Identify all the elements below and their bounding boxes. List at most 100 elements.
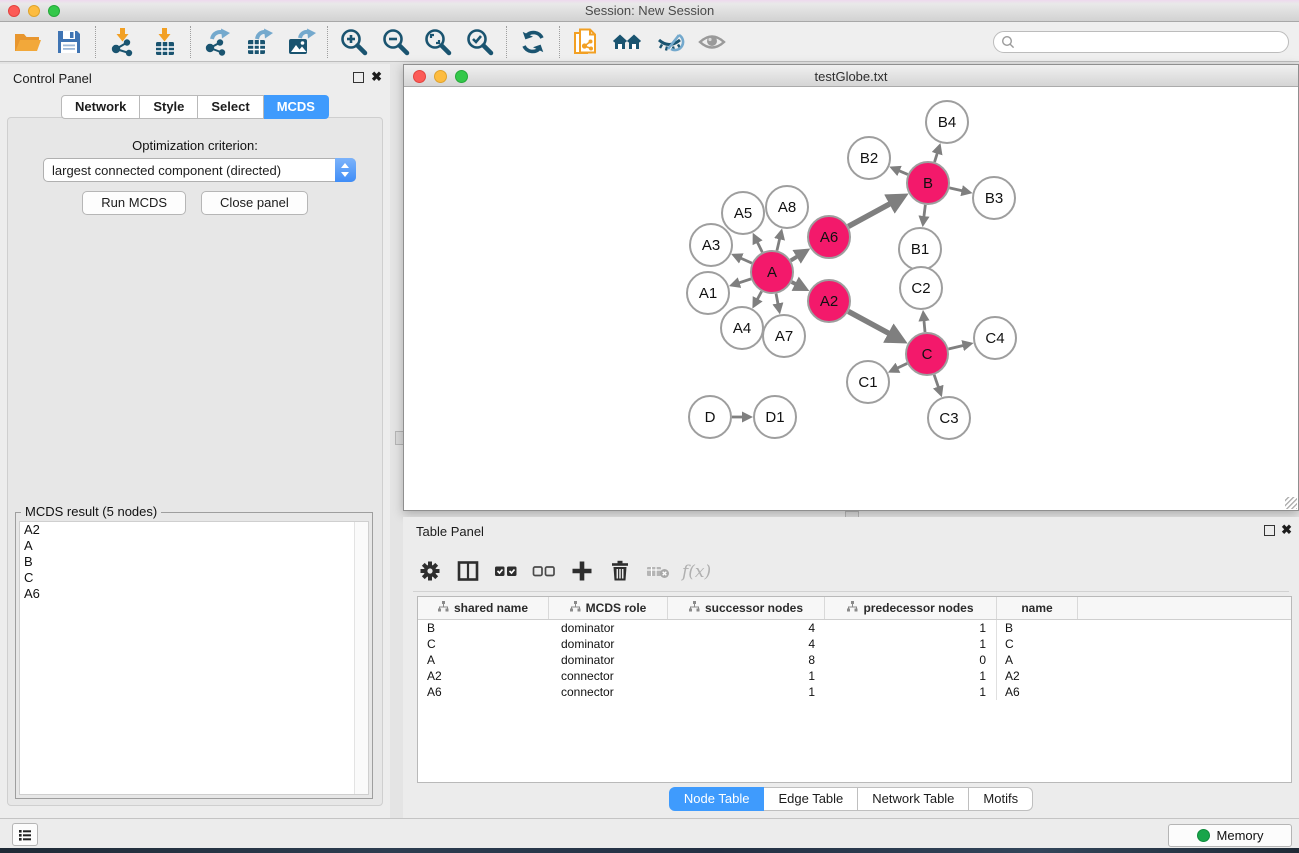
- node-B[interactable]: B: [907, 162, 949, 204]
- edge-C-C1[interactable]: [896, 363, 907, 368]
- float-panel-icon[interactable]: [353, 72, 364, 83]
- edge-A-A2[interactable]: [792, 282, 798, 285]
- table-row[interactable]: A2connector11A2: [418, 668, 1291, 684]
- new-network-from-selection-icon[interactable]: [565, 23, 607, 61]
- window-resize-grip[interactable]: [1285, 497, 1297, 509]
- edge-A-A5[interactable]: [757, 241, 762, 252]
- export-network-icon[interactable]: [196, 23, 238, 61]
- table-row[interactable]: Bdominator41B: [418, 620, 1291, 636]
- edge-C-C2[interactable]: [924, 319, 925, 332]
- close-panel-icon[interactable]: ✖: [1281, 522, 1292, 538]
- import-network-icon[interactable]: [101, 23, 143, 61]
- node-A2[interactable]: A2: [808, 280, 850, 322]
- node-A8[interactable]: A8: [766, 186, 808, 228]
- task-history-icon[interactable]: [12, 823, 38, 846]
- scrollbar[interactable]: [354, 522, 368, 794]
- hide-selected-icon[interactable]: [649, 23, 691, 61]
- edge-B-B1[interactable]: [924, 205, 926, 218]
- edge-B-B3[interactable]: [949, 188, 963, 191]
- node-D[interactable]: D: [689, 396, 731, 438]
- table-row[interactable]: Adominator80A: [418, 652, 1291, 668]
- node-C4[interactable]: C4: [974, 317, 1016, 359]
- float-panel-icon[interactable]: [1264, 525, 1275, 536]
- mcds-result-item[interactable]: C: [20, 570, 368, 586]
- edge-A-A1[interactable]: [738, 279, 751, 283]
- tab-style[interactable]: Style: [140, 95, 198, 119]
- edge-C-C3[interactable]: [934, 375, 939, 388]
- network-canvas[interactable]: A A1 A2 A3 A4 A5 A6 A7 A8 B B1 B2 B3 B4 C C1 C2 C3C4 D D1: [404, 87, 1298, 510]
- tab-network[interactable]: Network: [61, 95, 140, 119]
- mcds-result-item[interactable]: A2: [20, 522, 368, 538]
- memory-button[interactable]: Memory: [1168, 824, 1292, 847]
- table-row[interactable]: Cdominator41C: [418, 636, 1291, 652]
- show-all-icon[interactable]: [691, 23, 733, 61]
- column-header-mcds-role[interactable]: MCDS role: [549, 597, 668, 619]
- mcds-result-list[interactable]: A2ABCA6: [19, 521, 369, 795]
- run-mcds-button[interactable]: Run MCDS: [82, 191, 186, 215]
- save-session-icon[interactable]: [48, 23, 90, 61]
- export-image-icon[interactable]: [280, 23, 322, 61]
- column-header-successor-nodes[interactable]: successor nodes: [668, 597, 825, 619]
- node-A1[interactable]: A1: [687, 272, 729, 314]
- node-C3[interactable]: C3: [928, 397, 970, 439]
- node-B3[interactable]: B3: [973, 177, 1015, 219]
- edge-A2-C[interactable]: [848, 311, 891, 334]
- zoom-fit-icon[interactable]: [417, 23, 459, 61]
- edge-B-B2[interactable]: [898, 170, 908, 174]
- network-window-titlebar[interactable]: testGlobe.txt: [404, 65, 1298, 87]
- edge-B-B4[interactable]: [935, 152, 938, 162]
- node-A5[interactable]: A5: [722, 192, 764, 234]
- node-B2[interactable]: B2: [848, 137, 890, 179]
- node-D1[interactable]: D1: [754, 396, 796, 438]
- tab-mcds[interactable]: MCDS: [264, 95, 329, 119]
- edge-A-A6[interactable]: [791, 256, 799, 261]
- close-panel-icon[interactable]: ✖: [371, 69, 382, 85]
- select-all-columns-icon[interactable]: [489, 554, 523, 588]
- mcds-result-item[interactable]: B: [20, 554, 368, 570]
- node-B1[interactable]: B1: [899, 228, 941, 270]
- export-table-icon[interactable]: [238, 23, 280, 61]
- refresh-icon[interactable]: [512, 23, 554, 61]
- open-session-icon[interactable]: [6, 23, 48, 61]
- tab-motifs[interactable]: Motifs: [969, 787, 1033, 811]
- node-label: B4: [938, 114, 956, 131]
- column-header-predecessor-nodes[interactable]: predecessor nodes: [825, 597, 997, 619]
- mcds-result-item[interactable]: A6: [20, 586, 368, 602]
- edge-A-A7[interactable]: [776, 294, 778, 305]
- node-C[interactable]: C: [906, 333, 948, 375]
- tab-edge-table[interactable]: Edge Table: [764, 787, 858, 811]
- node-C1[interactable]: C1: [847, 361, 889, 403]
- edge-A-A3[interactable]: [740, 258, 752, 263]
- node-B4[interactable]: B4: [926, 101, 968, 143]
- edge-A6-B[interactable]: [848, 202, 892, 226]
- node-A4[interactable]: A4: [721, 307, 763, 349]
- node-A7[interactable]: A7: [763, 315, 805, 357]
- zoom-in-icon[interactable]: [333, 23, 375, 61]
- table-settings-icon[interactable]: [413, 554, 447, 588]
- tab-select[interactable]: Select: [198, 95, 263, 119]
- column-header-name[interactable]: name: [997, 597, 1078, 619]
- deselect-all-columns-icon[interactable]: [527, 554, 561, 588]
- split-panel-icon[interactable]: [451, 554, 485, 588]
- node-C2[interactable]: C2: [900, 267, 942, 309]
- add-row-icon[interactable]: [565, 554, 599, 588]
- first-neighbors-icon[interactable]: [607, 23, 649, 61]
- node-A[interactable]: A: [751, 251, 793, 293]
- import-table-icon[interactable]: [143, 23, 185, 61]
- mcds-result-item[interactable]: A: [20, 538, 368, 554]
- tab-node-table[interactable]: Node Table: [669, 787, 765, 811]
- column-header-shared-name[interactable]: shared name: [418, 597, 549, 619]
- edge-A-A4[interactable]: [757, 291, 762, 300]
- optimization-criterion-select[interactable]: largest connected component (directed): [43, 158, 356, 182]
- edge-C-C4[interactable]: [948, 345, 964, 349]
- tab-network-table[interactable]: Network Table: [858, 787, 969, 811]
- search-input[interactable]: [993, 31, 1289, 53]
- close-panel-button[interactable]: Close panel: [201, 191, 308, 215]
- edge-A-A8[interactable]: [777, 238, 780, 251]
- delete-row-icon[interactable]: [603, 554, 637, 588]
- table-row[interactable]: A6connector11A6: [418, 684, 1291, 700]
- zoom-out-icon[interactable]: [375, 23, 417, 61]
- node-A3[interactable]: A3: [690, 224, 732, 266]
- node-A6[interactable]: A6: [808, 216, 850, 258]
- zoom-selected-icon[interactable]: [459, 23, 501, 61]
